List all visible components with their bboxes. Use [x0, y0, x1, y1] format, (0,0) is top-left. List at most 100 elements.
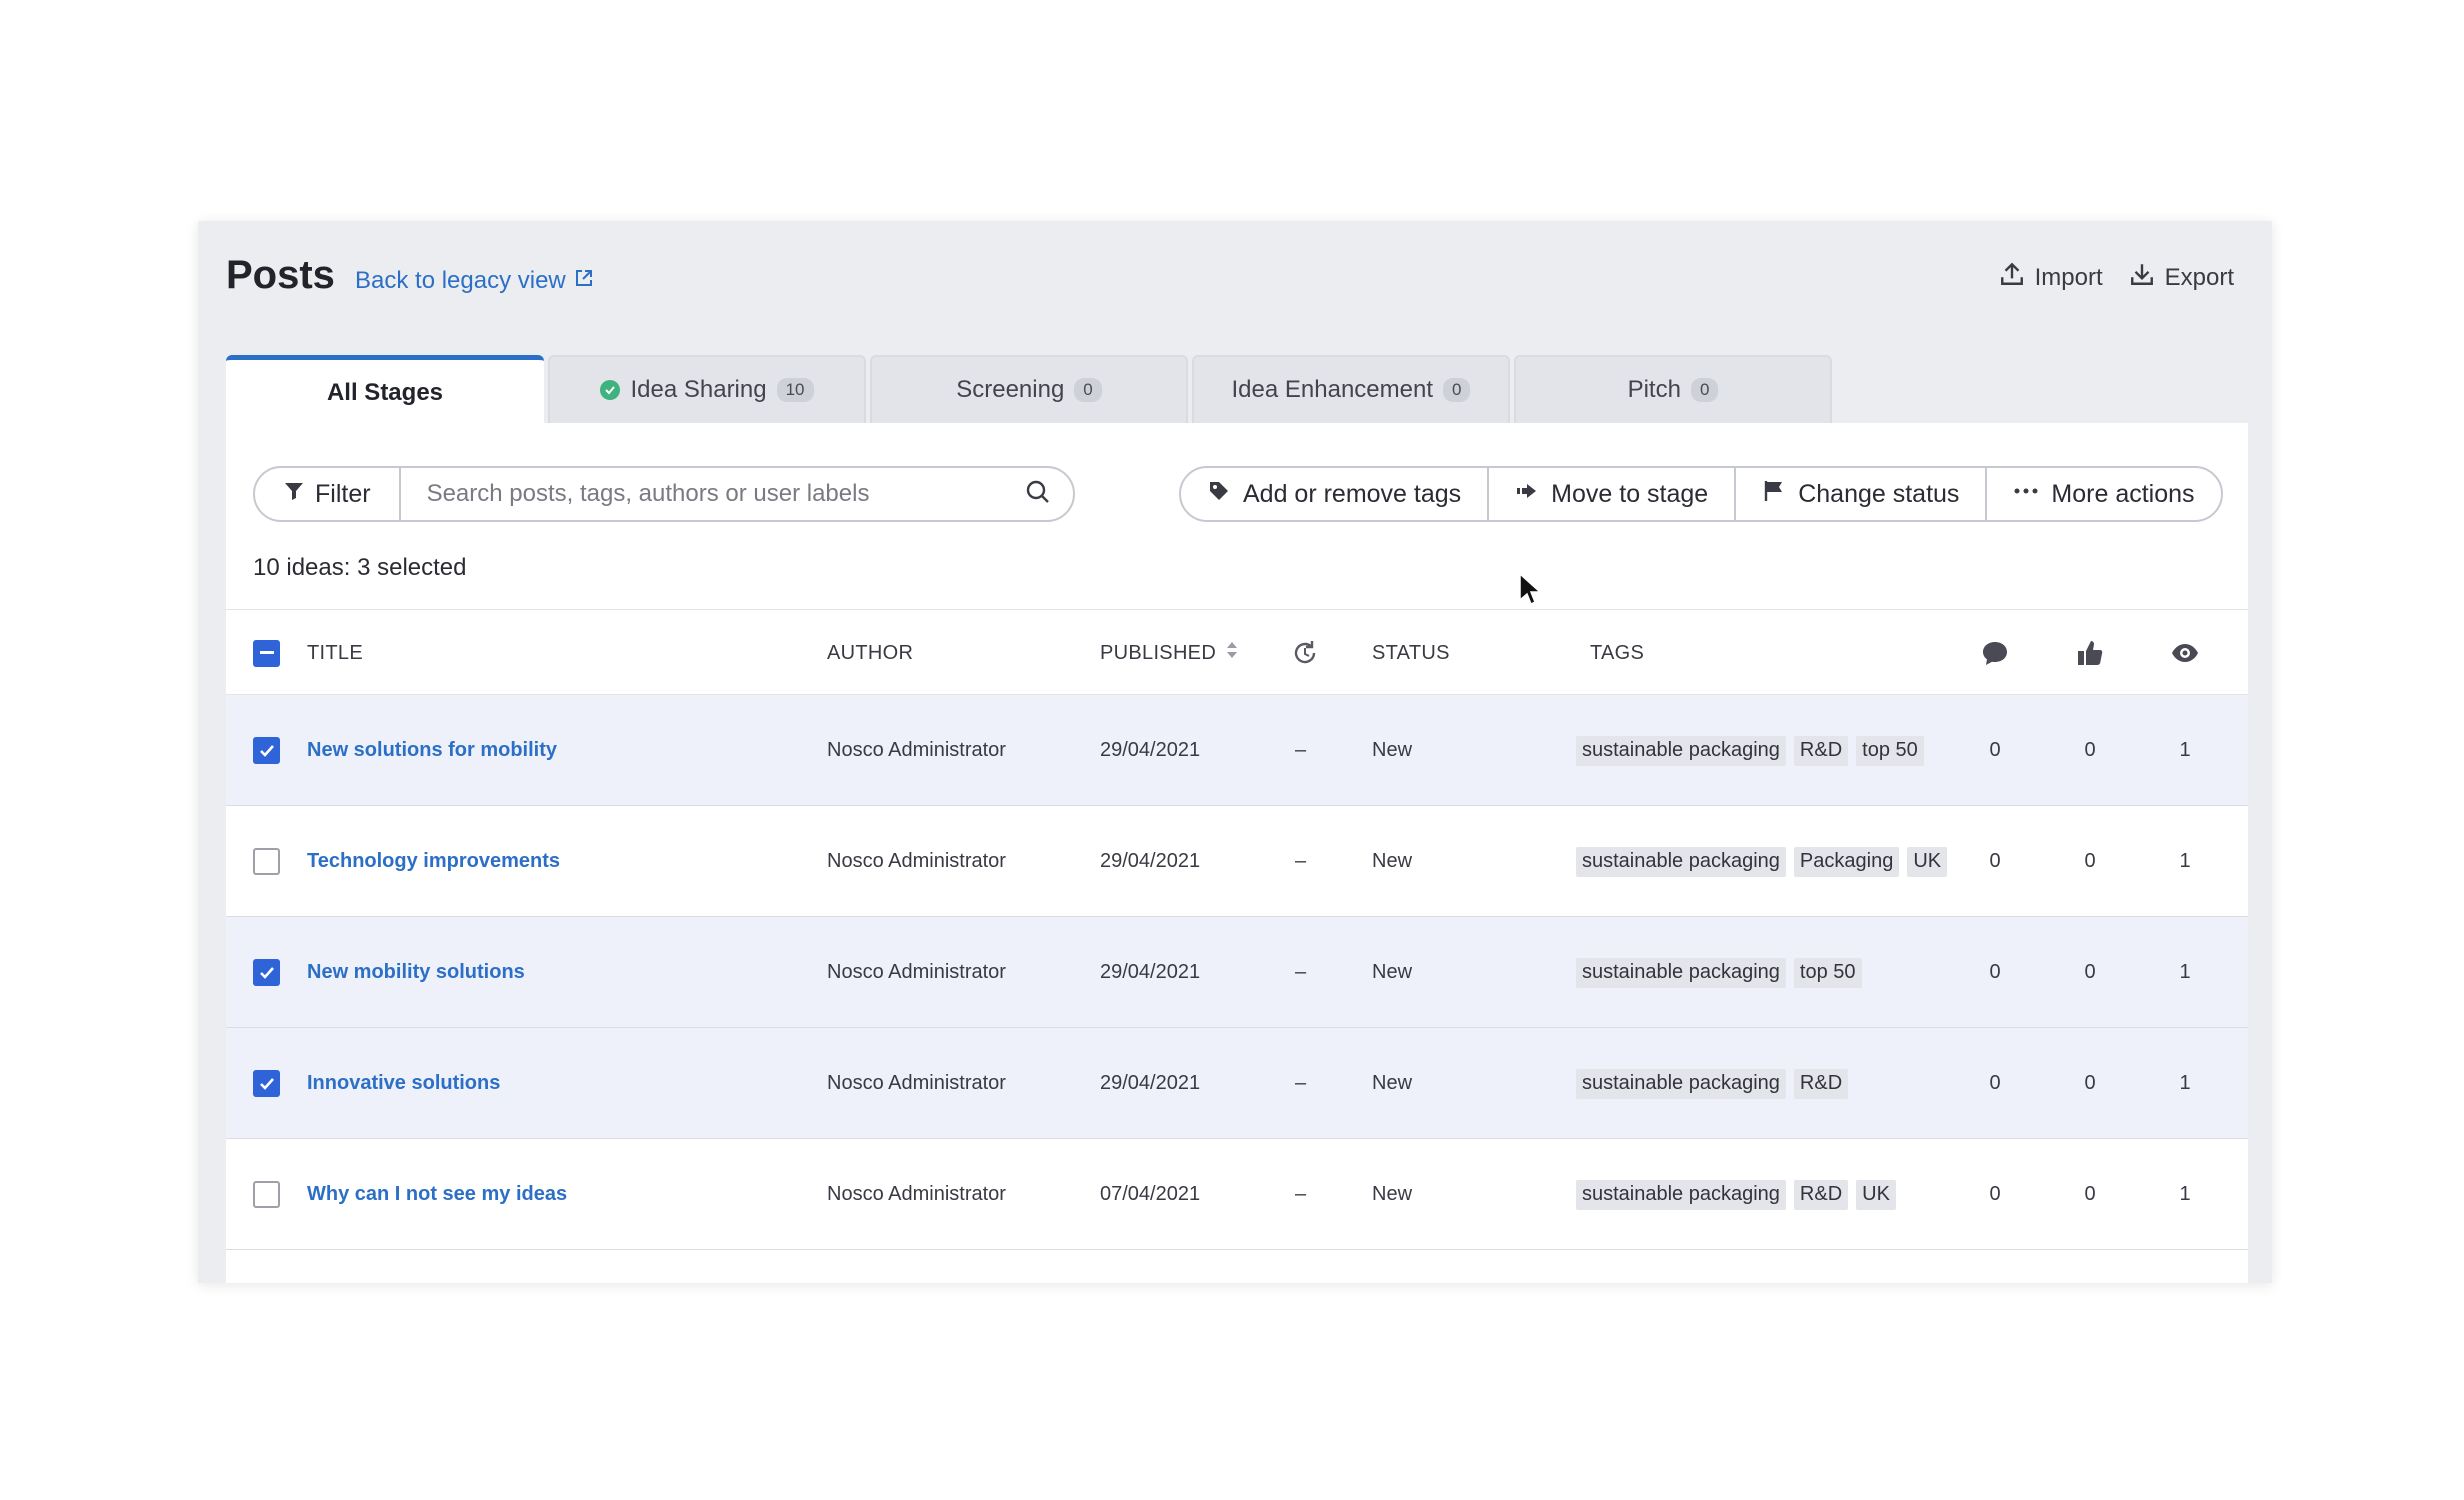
post-title-link[interactable]: Innovative solutions	[307, 1028, 500, 1139]
sort-icon[interactable]	[1226, 639, 1238, 667]
post-title-link[interactable]: Technology improvements	[307, 806, 560, 917]
posts-panel: Filter Add or remove tags	[226, 423, 2248, 1283]
tag-chip[interactable]: sustainable packaging	[1576, 1179, 1786, 1210]
tab-pitch[interactable]: Pitch 0	[1514, 355, 1832, 423]
post-author: Nosco Administrator	[827, 739, 1006, 761]
post-author: Nosco Administrator	[827, 850, 1006, 872]
table-row[interactable]: Why can I not see my ideas Nosco Adminis…	[226, 1139, 2248, 1250]
column-title[interactable]: TITLE	[307, 610, 363, 696]
tag-chip[interactable]: sustainable packaging	[1576, 735, 1786, 766]
filter-button[interactable]: Filter	[255, 468, 401, 520]
post-published-date: 07/04/2021	[1100, 1183, 1201, 1205]
select-all-checkbox[interactable]	[253, 639, 280, 667]
search-icon[interactable]	[1025, 479, 1051, 510]
view-count: 1	[2179, 961, 2191, 983]
tag-chip[interactable]: sustainable packaging	[1576, 846, 1786, 877]
mouse-cursor-icon	[1518, 572, 1542, 613]
import-button[interactable]: Import	[1999, 261, 2103, 294]
change-status-button[interactable]: Change status	[1736, 468, 1988, 520]
post-title-link[interactable]: Why can I not see my ideas	[307, 1139, 567, 1250]
more-actions-label: More actions	[2051, 479, 2195, 508]
tab-label: Idea Enhancement	[1231, 376, 1433, 403]
comment-icon	[1980, 610, 2010, 696]
post-status: New	[1372, 961, 1413, 983]
post-author: Nosco Administrator	[827, 961, 1006, 983]
post-tags: sustainable packaging R&D	[1576, 1028, 1956, 1139]
tab-count-badge: 10	[776, 378, 814, 402]
tag-chip[interactable]: R&D	[1793, 735, 1849, 766]
table-row[interactable]: New mobility solutions Nosco Administrat…	[226, 917, 2248, 1028]
post-tags: sustainable packaging Packaging UK	[1576, 806, 1956, 917]
row-checkbox[interactable]	[253, 848, 280, 875]
page-title: Posts	[226, 253, 335, 297]
comment-count: 0	[1989, 850, 2001, 872]
post-title-link[interactable]: New solutions for mobility	[307, 695, 557, 806]
tab-screening[interactable]: Screening 0	[870, 355, 1188, 423]
tag-chip[interactable]: UK	[1856, 1179, 1896, 1210]
flag-icon	[1762, 479, 1786, 510]
post-title-link[interactable]: New mobility solutions	[307, 917, 525, 1028]
refresh-icon[interactable]	[1290, 610, 1320, 696]
tab-idea-sharing[interactable]: Idea Sharing 10	[548, 355, 866, 423]
stage-tabs: All Stages Idea Sharing 10 Screening 0 I…	[226, 355, 1832, 425]
tag-chip[interactable]: R&D	[1793, 1179, 1849, 1210]
legacy-link-label: Back to legacy view	[355, 267, 566, 294]
tag-chip[interactable]: top 50	[1856, 735, 1924, 766]
comment-count: 0	[1989, 1183, 2001, 1205]
view-count: 1	[2179, 1183, 2191, 1205]
tag-chip[interactable]: sustainable packaging	[1576, 957, 1786, 988]
tag-icon	[1207, 479, 1231, 510]
move-to-stage-button[interactable]: Move to stage	[1489, 468, 1737, 520]
import-label: Import	[2034, 263, 2103, 291]
post-published-date: 29/04/2021	[1100, 1072, 1201, 1094]
row-checkbox[interactable]	[253, 1070, 280, 1097]
more-actions-button[interactable]: More actions	[1987, 468, 2220, 520]
column-author[interactable]: AUTHOR	[827, 610, 913, 696]
tag-chip[interactable]: UK	[1907, 846, 1948, 877]
tab-idea-enhancement[interactable]: Idea Enhancement 0	[1192, 355, 1510, 423]
filter-label: Filter	[315, 479, 371, 508]
post-status: New	[1372, 1072, 1413, 1094]
table-header: TITLE AUTHOR PUBLISHED STATUS TAGS	[226, 609, 2248, 695]
tag-chip[interactable]: R&D	[1793, 1068, 1849, 1099]
post-published-date: 29/04/2021	[1100, 961, 1201, 983]
post-status: New	[1372, 1183, 1413, 1205]
view-count: 1	[2179, 1072, 2191, 1094]
post-author: Nosco Administrator	[827, 1183, 1006, 1205]
comment-count: 0	[1989, 961, 2001, 983]
search-input[interactable]	[426, 480, 987, 508]
row-checkbox[interactable]	[253, 737, 280, 764]
back-to-legacy-link[interactable]: Back to legacy view	[355, 267, 594, 295]
tab-count-badge: 0	[1690, 378, 1719, 402]
tag-chip[interactable]: top 50	[1793, 957, 1862, 988]
table-row[interactable]: Technology improvements Nosco Administra…	[226, 806, 2248, 917]
move-stage-label: Move to stage	[1551, 479, 1709, 508]
column-published[interactable]: PUBLISHED	[1100, 610, 1238, 696]
post-updated: –	[1295, 739, 1307, 761]
column-status[interactable]: STATUS	[1372, 610, 1450, 696]
tab-label: Pitch	[1627, 376, 1681, 403]
tab-label: All Stages	[326, 378, 444, 406]
table-row[interactable]: Innovative solutions Nosco Administrator…	[226, 1028, 2248, 1139]
add-tags-label: Add or remove tags	[1243, 479, 1462, 508]
filter-search-group: Filter	[253, 466, 1075, 522]
column-tags[interactable]: TAGS	[1590, 610, 1644, 696]
posts-window: Posts Back to legacy view Import Export …	[198, 221, 2272, 1283]
row-checkbox[interactable]	[253, 959, 280, 986]
export-button[interactable]: Export	[2129, 261, 2234, 294]
like-count: 0	[2084, 961, 2096, 983]
funnel-icon	[283, 480, 305, 509]
post-tags: sustainable packaging R&D UK	[1576, 1139, 1956, 1250]
tag-chip[interactable]: sustainable packaging	[1576, 1068, 1786, 1099]
post-updated: –	[1295, 850, 1307, 872]
tab-count-badge: 0	[1443, 378, 1471, 402]
search-box	[401, 468, 1073, 520]
row-checkbox[interactable]	[253, 1181, 280, 1208]
add-remove-tags-button[interactable]: Add or remove tags	[1181, 468, 1490, 520]
table-row[interactable]: New solutions for mobility Nosco Adminis…	[226, 695, 2248, 806]
check-circle-icon	[600, 380, 621, 400]
tag-chip[interactable]: Packaging	[1793, 846, 1900, 877]
table-body: New solutions for mobility Nosco Adminis…	[226, 695, 2248, 1250]
tab-all-stages[interactable]: All Stages	[226, 355, 544, 425]
selection-summary: 10 ideas: 3 selected	[253, 554, 467, 581]
